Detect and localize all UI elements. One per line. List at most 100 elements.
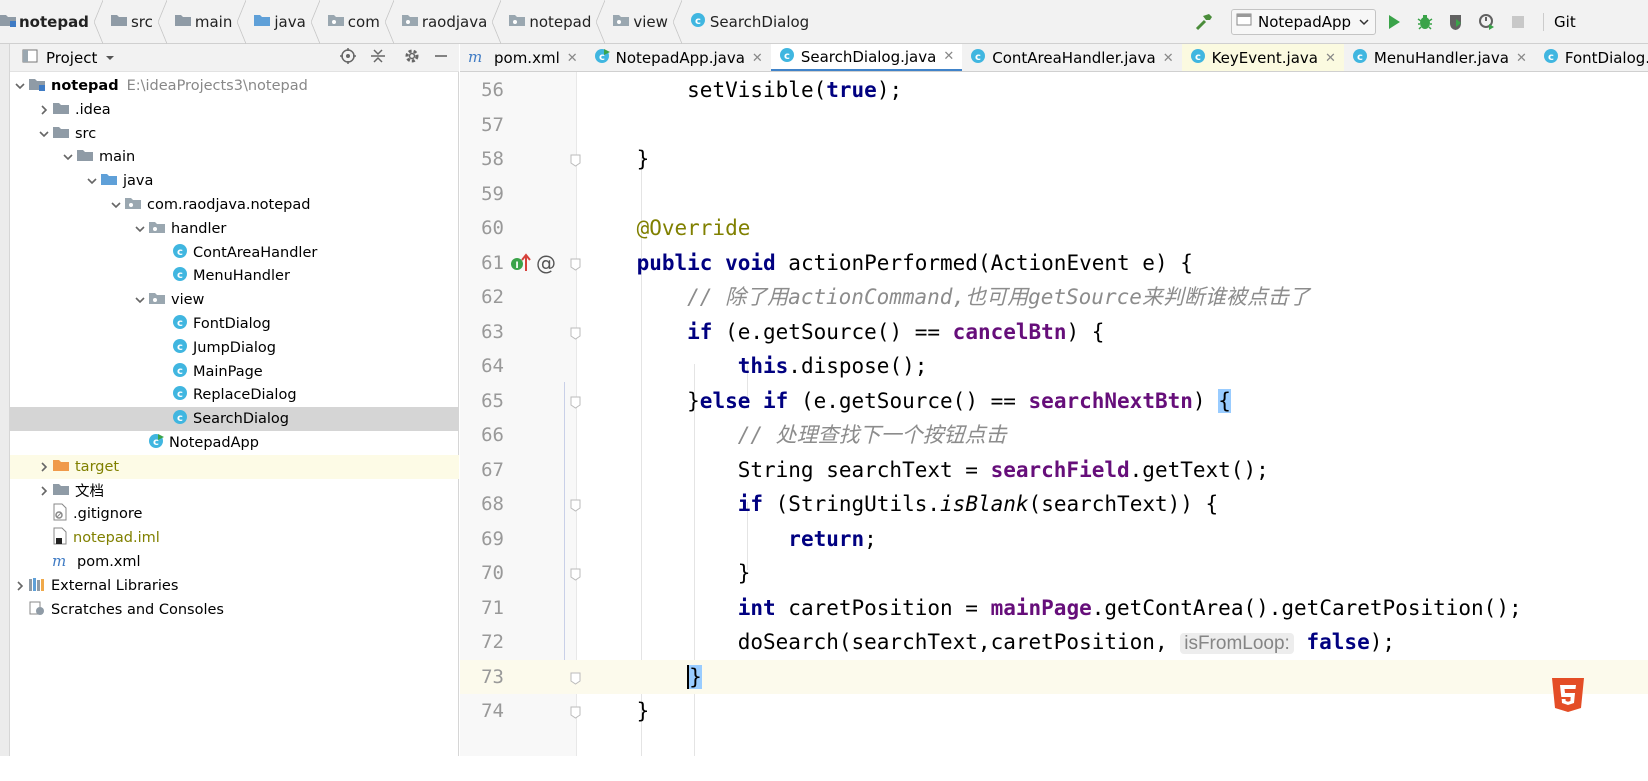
tree-item[interactable]: Scratches and Consoles (10, 598, 459, 622)
chevron-down-icon[interactable] (105, 49, 115, 67)
fold-marker-icon[interactable] (570, 325, 581, 340)
chevron-down-icon[interactable] (132, 223, 148, 235)
tree-item[interactable]: .gitignore (10, 502, 459, 526)
tree-item[interactable]: c ReplaceDialog (10, 383, 459, 407)
line-number[interactable]: 65 (460, 384, 504, 418)
tree-item[interactable]: notepad E:\ideaProjects3\notepad (10, 74, 459, 98)
line-number[interactable]: 61 (460, 246, 504, 280)
close-icon[interactable]: ✕ (567, 51, 578, 66)
breadcrumb-item[interactable]: com (322, 0, 383, 44)
chevron-down-icon[interactable] (12, 80, 28, 92)
tree-item[interactable]: view (10, 288, 459, 312)
code-editor[interactable]: 56 setVisible(true); 57 58 } 59 60 @Override… (460, 72, 1648, 756)
tree-item[interactable]: c MainPage (10, 360, 459, 384)
tree-item[interactable]: notepad.iml (10, 526, 459, 550)
editor-tab[interactable]: c MenuHandler.java ✕ (1344, 44, 1535, 71)
fold-marker-icon[interactable] (570, 497, 581, 512)
stop-icon[interactable] (1505, 9, 1531, 35)
chevron-down-icon[interactable] (36, 128, 52, 140)
line-number[interactable]: 74 (460, 694, 504, 728)
fold-marker-icon[interactable] (570, 670, 581, 685)
tree-item[interactable]: c NotepadApp (10, 431, 459, 455)
html5-plugin-icon[interactable] (1548, 674, 1588, 718)
chevron-down-icon[interactable] (108, 199, 124, 211)
breadcrumb-item[interactable]: java (248, 0, 308, 44)
line-number[interactable]: 62 (460, 280, 504, 314)
tree-item[interactable]: src (10, 122, 459, 146)
hide-panel-icon[interactable] (433, 48, 449, 68)
fold-marker-icon[interactable] (570, 152, 581, 167)
line-number[interactable]: 66 (460, 418, 504, 452)
editor-tab[interactable]: c NotepadApp.java ✕ (586, 44, 771, 71)
tree-item[interactable]: com.raodjava.notepad (10, 193, 459, 217)
chevron-right-icon[interactable] (36, 461, 52, 473)
line-number[interactable]: 70 (460, 556, 504, 590)
run-with-coverage-icon[interactable] (1443, 9, 1469, 35)
chevron-right-icon[interactable] (36, 485, 52, 497)
tree-item[interactable]: java (10, 169, 459, 193)
editor-tab[interactable]: c ContAreaHandler.java ✕ (962, 44, 1181, 71)
tree-item[interactable]: c SearchDialog (10, 407, 459, 432)
tree-item[interactable]: External Libraries (10, 574, 459, 598)
close-icon[interactable]: ✕ (752, 51, 763, 66)
chevron-right-icon[interactable] (12, 580, 28, 592)
git-label[interactable]: Git (1543, 13, 1576, 31)
line-number[interactable]: 59 (460, 177, 504, 211)
line-number[interactable]: 63 (460, 315, 504, 349)
editor-tab[interactable]: c KeyEvent.java ✕ (1181, 44, 1344, 71)
run-configuration-select[interactable]: NotepadApp (1231, 9, 1377, 35)
breadcrumb-item[interactable]: main (169, 0, 235, 44)
run-icon[interactable] (1381, 9, 1407, 35)
editor-tab[interactable]: m pom.xml ✕ (460, 44, 586, 71)
close-icon[interactable]: ✕ (1163, 51, 1174, 66)
annotation-gutter-icon[interactable]: @ (536, 246, 556, 280)
tree-item[interactable]: handler (10, 217, 459, 241)
breadcrumb-item[interactable]: view (607, 0, 671, 44)
line-number[interactable]: 58 (460, 142, 504, 176)
chevron-right-icon[interactable] (36, 104, 52, 116)
chevron-down-icon[interactable] (132, 294, 148, 306)
debug-icon[interactable] (1412, 9, 1438, 35)
build-hammer-icon[interactable] (1191, 9, 1217, 35)
breadcrumb-item[interactable]: notepad (0, 0, 92, 44)
chevron-down-icon[interactable] (84, 175, 100, 187)
editor-tab[interactable]: c FontDialog.java (1535, 44, 1648, 71)
close-icon[interactable]: ✕ (1516, 51, 1527, 66)
fold-marker-icon[interactable] (570, 256, 581, 271)
line-number[interactable]: 67 (460, 453, 504, 487)
profiler-icon[interactable] (1474, 9, 1500, 35)
line-number[interactable]: 56 (460, 73, 504, 107)
fold-marker-icon[interactable] (570, 566, 581, 581)
breadcrumb-item[interactable]: c SearchDialog (684, 0, 812, 44)
tree-item[interactable]: c ContAreaHandler (10, 241, 459, 265)
fold-marker-icon[interactable] (570, 704, 581, 719)
tree-item[interactable]: c FontDialog (10, 312, 459, 336)
collapse-all-icon[interactable] (369, 47, 387, 69)
line-number[interactable]: 64 (460, 349, 504, 383)
tree-item[interactable]: .idea (10, 98, 459, 122)
line-number[interactable]: 57 (460, 108, 504, 142)
fold-marker-icon[interactable] (570, 394, 581, 409)
breadcrumb-item[interactable]: raodjava (396, 0, 491, 44)
close-icon[interactable]: ✕ (1325, 51, 1336, 66)
close-icon[interactable]: ✕ (943, 49, 954, 64)
project-panel-title[interactable]: Project (46, 49, 97, 67)
line-number[interactable]: 68 (460, 487, 504, 521)
implements-arrow-icon[interactable]: I (510, 252, 532, 277)
line-number[interactable]: 60 (460, 211, 504, 245)
gear-icon[interactable] (403, 47, 421, 69)
line-number[interactable]: 69 (460, 522, 504, 556)
line-number[interactable]: 73 (460, 660, 504, 694)
tree-item[interactable]: main (10, 145, 459, 169)
tree-item[interactable]: c JumpDialog (10, 336, 459, 360)
tree-item[interactable]: 文档 (10, 479, 459, 503)
locate-file-icon[interactable] (339, 47, 357, 69)
tree-item[interactable]: m pom.xml (10, 550, 459, 574)
tree-item[interactable]: c MenuHandler (10, 264, 459, 288)
line-number[interactable]: 72 (460, 625, 504, 659)
tree-item[interactable]: target (10, 454, 459, 479)
line-number[interactable]: 71 (460, 591, 504, 625)
breadcrumb-item[interactable]: notepad (503, 0, 594, 44)
editor-tab[interactable]: c SearchDialog.java ✕ (770, 44, 963, 71)
chevron-down-icon[interactable] (60, 151, 76, 163)
